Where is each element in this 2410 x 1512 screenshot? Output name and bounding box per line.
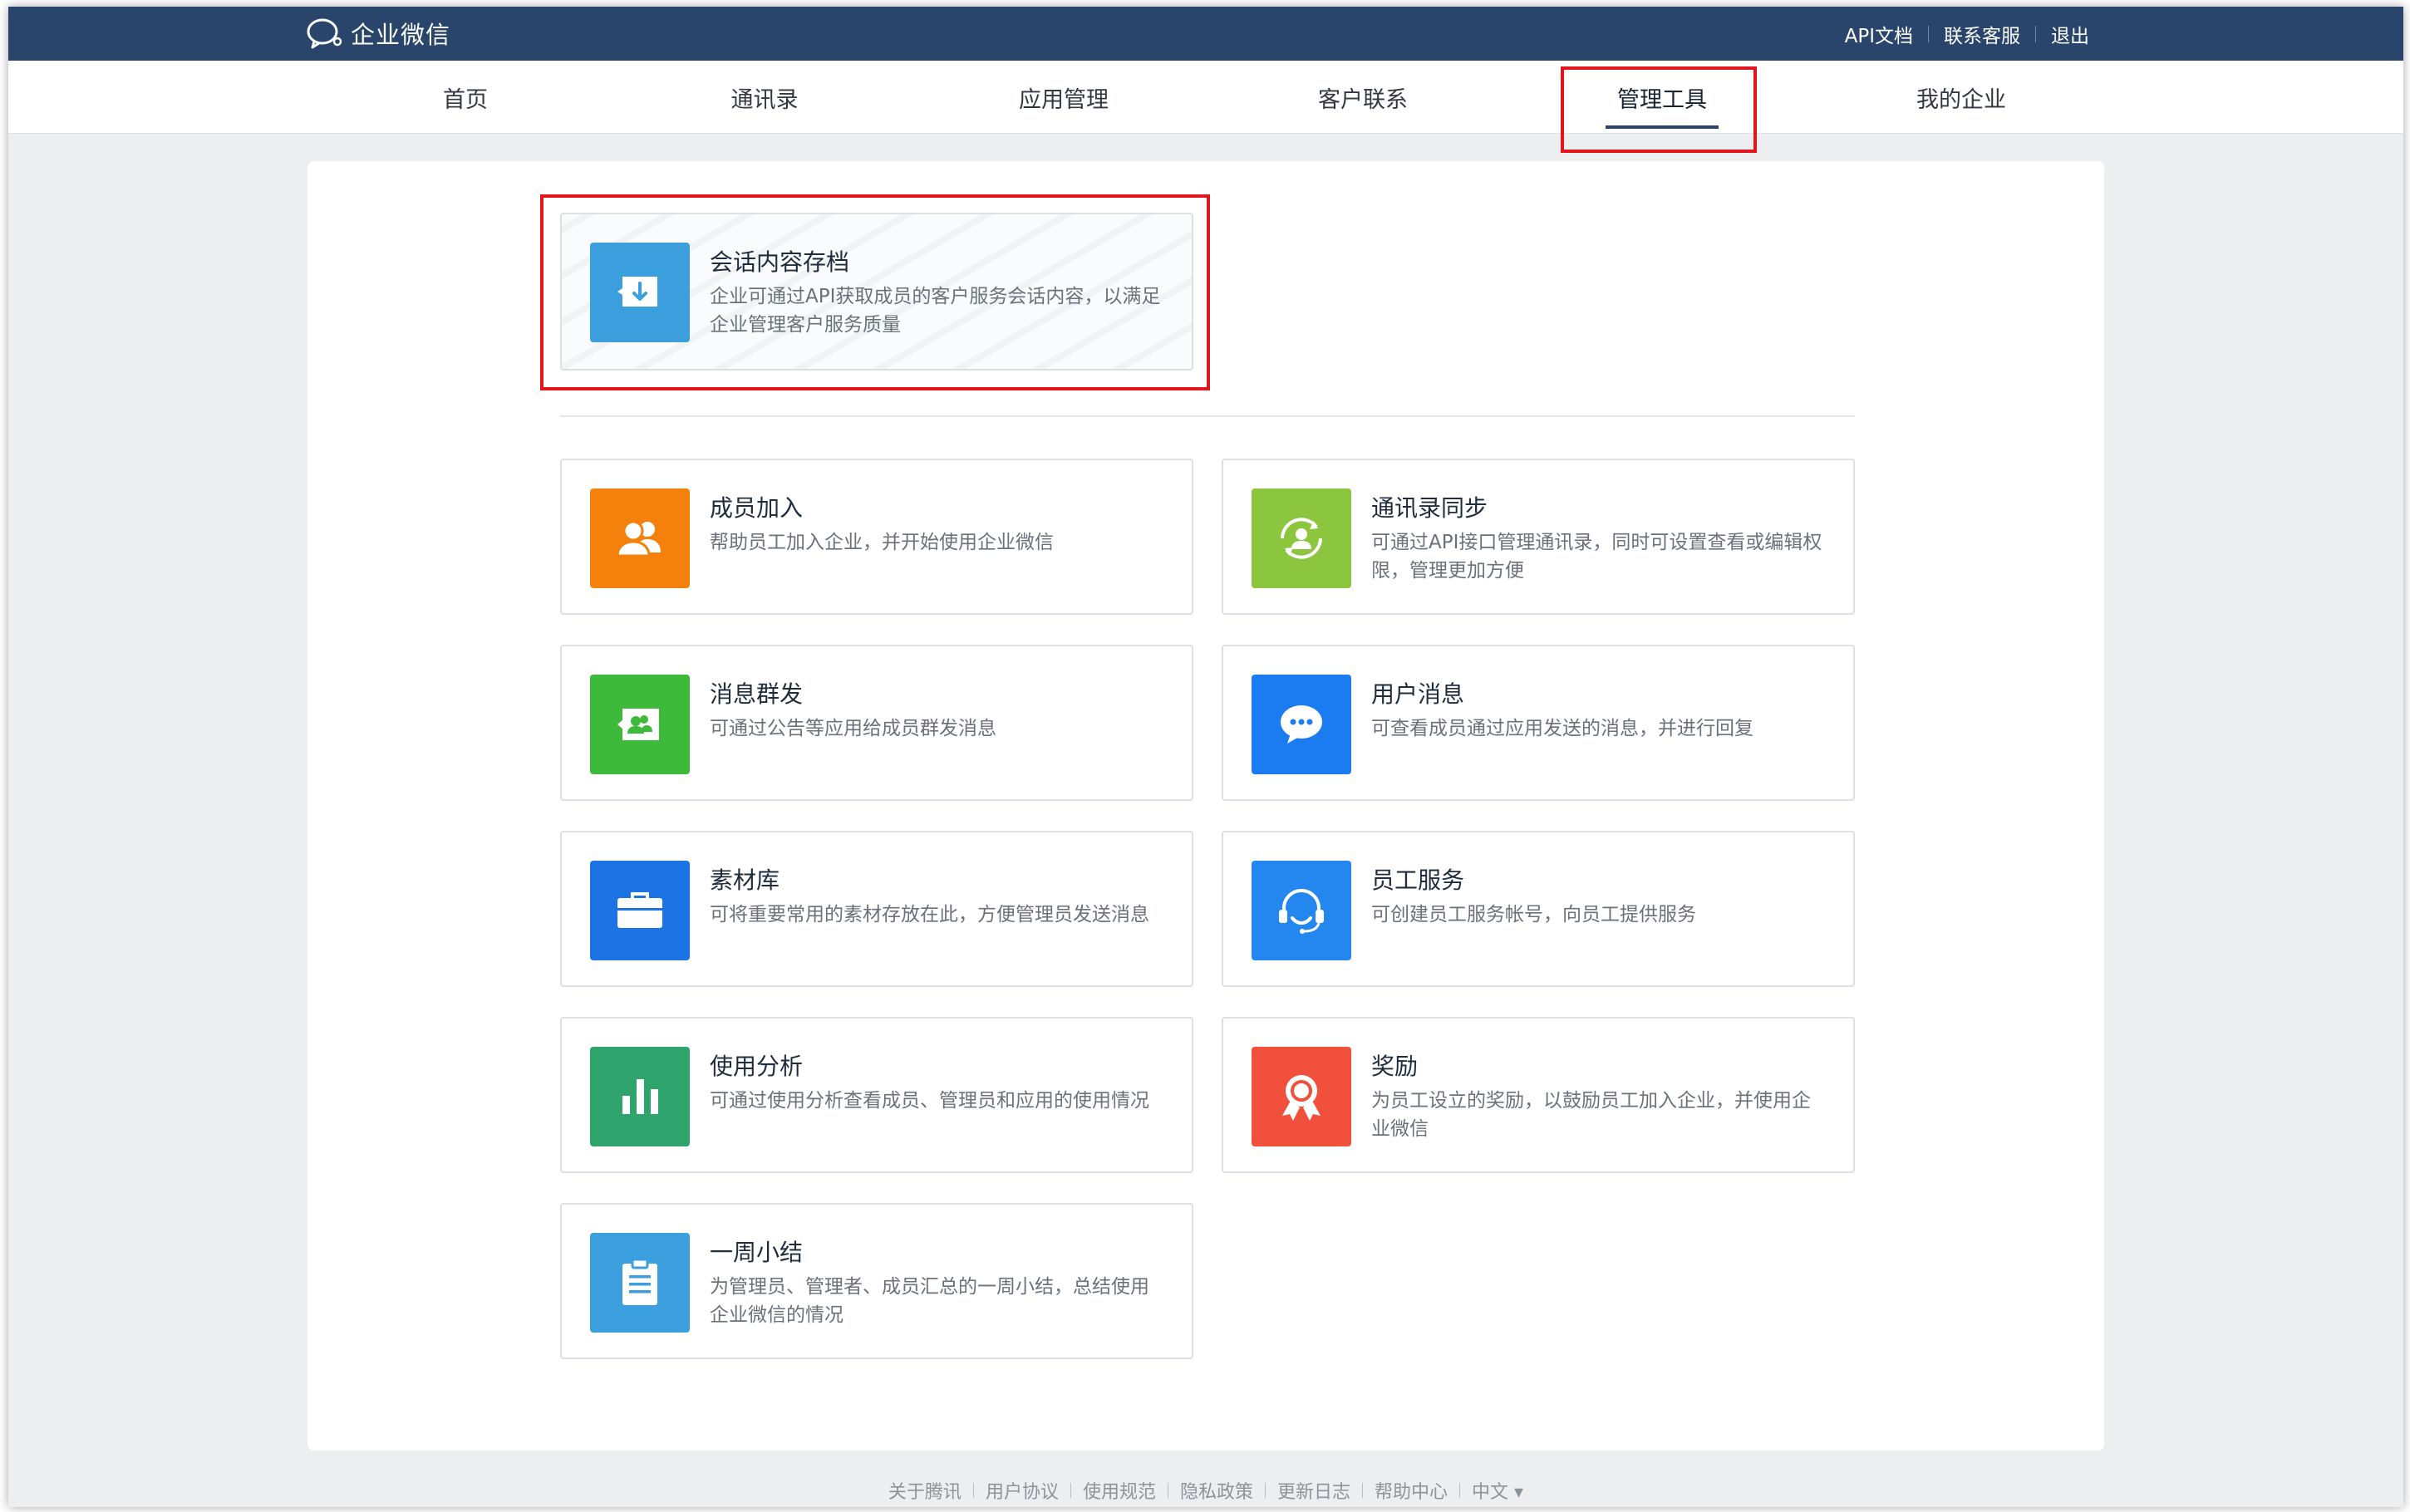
tool-card-rewards[interactable]: 奖励 为员工设立的奖励，以鼓励员工加入企业，并使用企业微信 [1222,1017,1855,1173]
tool-card-member-join[interactable]: 成员加入 帮助员工加入企业，并开始使用企业微信 [560,459,1193,615]
nav-my-enterprise[interactable]: 我的企业 [1862,61,2061,134]
download-chat-icon [617,277,657,307]
tools-panel: 会话内容存档 企业可通过API获取成员的客户服务会话内容，以满足企业管理客户服务… [307,161,2104,1451]
user-messages-icon-box [1252,675,1351,774]
card-description: 可创建员工服务帐号，向员工提供服务 [1371,904,1696,925]
tool-card-weekly-summary[interactable]: 一周小结 为管理员、管理者、成员汇总的一周小结，总结使用企业微信的情况 [560,1203,1193,1359]
tool-card-user-messages[interactable]: 用户消息 可查看成员通过应用发送的消息，并进行回复 [1222,645,1855,801]
contact-sync-icon [1281,518,1322,559]
card-title: 成员加入 [710,494,804,522]
brand-name: 企业微信 [351,21,451,49]
card-description: 企业可通过API获取成员的客户服务会话内容，以满足企业管理客户服务质量 [710,286,1161,336]
card-title: 会话内容存档 [710,248,850,276]
card-title: 用户消息 [1371,680,1465,708]
tool-card-broadcast[interactable]: 消息群发 可通过公告等应用给成员群发消息 [560,645,1193,801]
tool-card-employee-service[interactable]: 员工服务 可创建员工服务帐号，向员工提供服务 [1222,831,1855,987]
active-tab-indicator [1606,125,1719,129]
card-description: 可将重要常用的素材存放在此，方便管理员发送消息 [710,904,1149,925]
app-window: 企业微信 API文档 联系客服 退出 首页 通讯录 应用管理 客户联系 管理工具… [8,7,2403,1507]
nav-app-management[interactable]: 应用管理 [964,61,1163,134]
card-title: 使用分析 [710,1053,804,1080]
card-description: 可通过使用分析查看成员、管理员和应用的使用情况 [710,1090,1149,1112]
nav-customer-contact[interactable]: 客户联系 [1263,61,1463,134]
footer-link-about[interactable]: 关于腾讯 [877,1477,973,1504]
broadcast-icon-box [590,675,690,774]
card-description: 可查看成员通过应用发送的消息，并进行回复 [1371,718,1753,739]
employee-service-icon-box [1252,861,1351,960]
bar-chart-icon [622,1079,658,1114]
main-nav: 首页 通讯录 应用管理 客户联系 管理工具 我的企业 [8,61,2403,134]
card-description: 可通过公告等应用给成员群发消息 [710,718,996,739]
card-description: 可通过API接口管理通讯录，同时可设置查看或编辑权限，管理更加方便 [1371,532,1822,582]
rewards-icon-box [1252,1047,1351,1146]
top-links: API文档 联系客服 退出 [1830,7,2104,61]
tool-card-material-library[interactable]: 素材库 可将重要常用的素材存放在此，方便管理员发送消息 [560,831,1193,987]
nav-management-tools[interactable]: 管理工具 [1562,61,1762,134]
wecom-logo-icon [307,18,342,49]
weekly-summary-icon-box [590,1233,690,1333]
footer-link-changelog[interactable]: 更新日志 [1266,1477,1362,1504]
usage-analysis-icon-box [590,1047,690,1146]
member-join-icon-box [590,488,690,588]
nav-contacts[interactable]: 通讯录 [665,61,864,134]
card-title: 一周小结 [710,1239,804,1266]
tool-card-contact-sync[interactable]: 通讯录同步 可通过API接口管理通讯录，同时可设置查看或编辑权限，管理更加方便 [1222,459,1855,615]
tool-card-chat-archive[interactable]: 会话内容存档 企业可通过API获取成员的客户服务会话内容，以满足企业管理客户服务… [560,213,1193,371]
footer-links: 关于腾讯 用户协议 使用规范 隐私政策 更新日志 帮助中心 中文 ▾ [8,1477,2403,1504]
card-title: 员工服务 [1371,866,1465,894]
footer-link-usage-rules[interactable]: 使用规范 [1071,1477,1168,1504]
footer-link-privacy[interactable]: 隐私政策 [1168,1477,1265,1504]
brand-logo[interactable]: 企业微信 [306,17,450,50]
headset-icon [1279,889,1324,934]
material-library-icon-box [590,861,690,960]
card-description: 帮助员工加入企业，并开始使用企业微信 [710,532,1054,553]
tool-card-usage-analysis[interactable]: 使用分析 可通过使用分析查看成员、管理员和应用的使用情况 [560,1017,1193,1173]
card-title: 通讯录同步 [1371,494,1488,522]
card-title: 素材库 [710,866,780,894]
top-bar: 企业微信 API文档 联系客服 退出 [8,7,2403,61]
nav-management-tools-label: 管理工具 [1617,86,1707,113]
api-docs-link[interactable]: API文档 [1830,20,1928,48]
language-select[interactable]: 中文 ▾ [1460,1477,1535,1504]
nav-home[interactable]: 首页 [366,61,565,134]
card-title: 奖励 [1371,1053,1419,1080]
logout-link[interactable]: 退出 [2036,20,2104,48]
clipboard-icon [622,1258,657,1305]
card-description: 为员工设立的奖励，以鼓励员工加入企业，并使用企业微信 [1371,1090,1811,1140]
members-icon [616,520,661,557]
briefcase-icon [617,892,662,928]
broadcast-icon [617,709,659,740]
contact-sync-icon-box [1252,488,1351,588]
footer-link-user-agreement[interactable]: 用户协议 [974,1477,1070,1504]
card-title: 消息群发 [710,680,804,708]
section-divider [560,415,1855,417]
chat-bubble-icon [1281,705,1322,744]
card-description: 为管理员、管理者、成员汇总的一周小结，总结使用企业微信的情况 [710,1276,1149,1326]
chat-archive-icon-box [590,243,690,342]
award-icon [1282,1075,1321,1121]
footer-link-help[interactable]: 帮助中心 [1363,1477,1459,1504]
contact-support-link[interactable]: 联系客服 [1929,20,2035,48]
